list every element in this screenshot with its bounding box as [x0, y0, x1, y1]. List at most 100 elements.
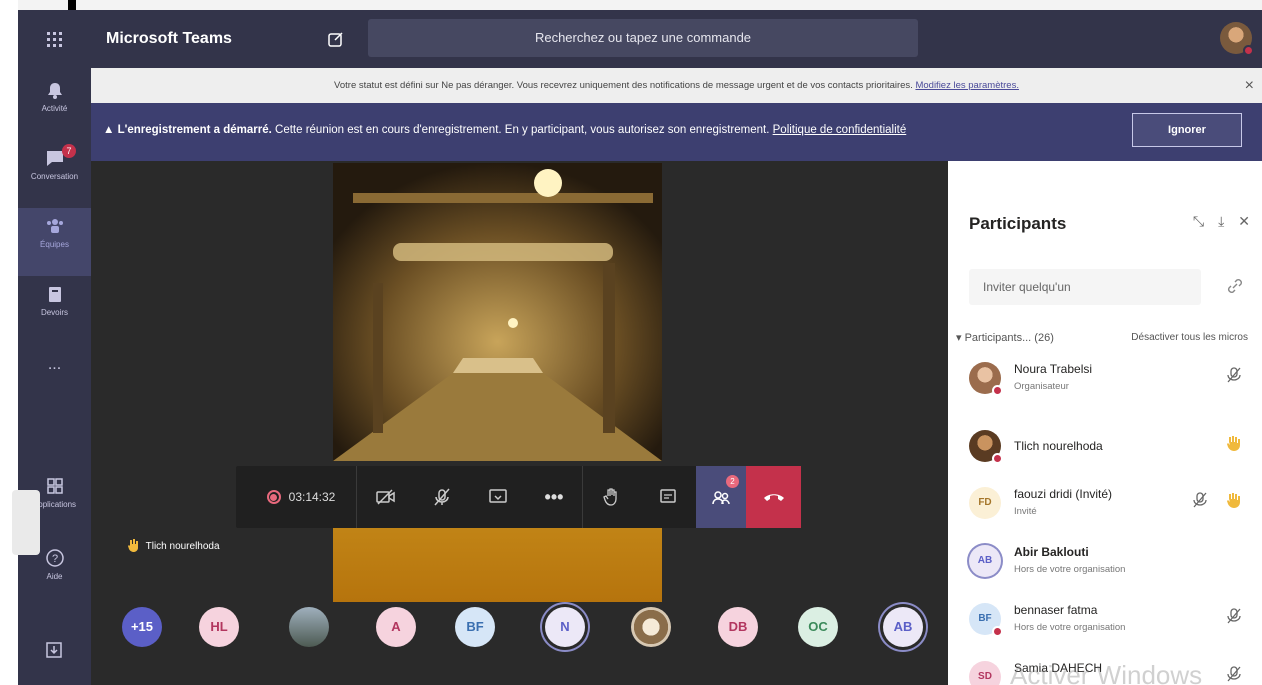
camera-button[interactable] [358, 466, 414, 528]
bell-icon [47, 83, 62, 99]
people-icon [712, 491, 730, 505]
participant-name: Tlich nourelhoda [1014, 439, 1103, 453]
app-launcher-icon[interactable] [43, 28, 65, 50]
assignments-icon [48, 287, 61, 302]
activate-windows-watermark: Activer Windows [1010, 660, 1203, 685]
help-icon: ? [45, 549, 64, 567]
left-edge [0, 0, 18, 685]
hang-up-button[interactable] [746, 466, 801, 528]
rail-item-chat[interactable]: 7 Conversation [18, 140, 91, 208]
panel-tools: ⤡ ⤓ ✕ [1193, 213, 1250, 230]
participants-section-toggle[interactable]: ▾ Participants... (26) [956, 331, 1054, 344]
ignore-button[interactable]: Ignorer [1132, 113, 1242, 147]
secondary-video [333, 527, 662, 602]
avatar[interactable]: N [545, 607, 585, 647]
rail-label: Devoirs [40, 308, 69, 317]
avatar-photo[interactable] [289, 607, 329, 647]
avatar-initials: BF [978, 613, 992, 624]
close-icon[interactable]: × [1245, 68, 1254, 103]
recording-banner: ▲ L'enregistrement a démarré. Cette réun… [91, 103, 1262, 161]
shared-video [333, 163, 662, 461]
participant-name: faouzi dridi (Invité) [1014, 487, 1113, 501]
dnd-settings-link[interactable]: Modifiez les paramètres. [915, 80, 1018, 91]
participants-panel: Participants ⤡ ⤓ ✕ Inviter quelqu'un ▾ P… [948, 161, 1262, 685]
recording-banner-content: ▲ L'enregistrement a démarré. Cette réun… [103, 124, 906, 136]
user-avatar[interactable] [1220, 22, 1254, 56]
participant-role: Hors de votre organisation [1014, 564, 1126, 575]
compose-icon[interactable] [327, 30, 345, 48]
more-actions-button[interactable]: ••• [526, 466, 582, 528]
teams-icon [46, 219, 63, 233]
download-icon[interactable] [44, 640, 64, 660]
more-icon: ... [47, 356, 62, 373]
recording-timer: 03:14:32 [246, 466, 356, 528]
rail-item-more[interactable]: ... [18, 355, 91, 395]
participant-row[interactable]: AB Abir Baklouti Hors de votre organisat… [969, 539, 1259, 591]
more-icon: ••• [544, 486, 564, 507]
raise-hand-button[interactable] [584, 466, 640, 528]
mic-off-icon [1193, 492, 1207, 508]
rail-label: Conversation [30, 172, 79, 181]
mic-off-icon [434, 488, 450, 506]
search-input[interactable]: Recherchez ou tapez une commande [368, 19, 918, 57]
call-toolbar: 03:14:32 ••• 2 [236, 466, 801, 528]
participants-button[interactable]: 2 [696, 466, 746, 528]
pop-out-icon[interactable]: ⤡ [1193, 213, 1204, 230]
participant-row[interactable]: BF bennaser fatma Hors de votre organisa… [969, 597, 1259, 649]
invite-input[interactable]: Inviter quelqu'un [969, 269, 1201, 305]
rail-item-assignments[interactable]: Devoirs [18, 276, 91, 344]
close-icon[interactable]: ✕ [1238, 213, 1250, 230]
participant-row[interactable]: Noura Trabelsi Organisateur [969, 356, 1259, 408]
rail-item-teams[interactable]: Équipes [18, 208, 91, 276]
avatar [969, 430, 1003, 464]
avatar: BF [969, 603, 1003, 637]
rail-label: Activité [41, 104, 68, 113]
rail-label: Équipes [40, 240, 69, 249]
share-screen-icon [489, 489, 507, 503]
mute-all-button[interactable]: Désactiver tous les micros [1131, 332, 1248, 343]
avatar[interactable]: BF [455, 607, 495, 647]
app-rail: Activité 7 Conversation Équipes Devoirs … [18, 10, 91, 685]
rail-item-activity[interactable]: Activité [18, 72, 91, 140]
mic-off-icon [1227, 608, 1241, 624]
hand-icon [603, 488, 617, 506]
chevron-down-icon: ▾ [956, 332, 962, 344]
avatar-overflow[interactable]: +15 [122, 607, 162, 647]
rail-label: Aide [46, 572, 63, 581]
mic-off-icon [1227, 666, 1241, 682]
avatar[interactable]: DB [718, 607, 758, 647]
avatar[interactable]: OC [798, 607, 838, 647]
participant-role: Organisateur [1014, 381, 1069, 392]
camera-off-icon [376, 489, 395, 505]
speaker-label: Tlich nourelhoda [127, 538, 220, 552]
dnd-banner-text: Votre statut est défini sur Ne pas déran… [334, 80, 913, 91]
mic-off-icon [1227, 367, 1241, 383]
recording-notice-text: Cette réunion est en cours d'enregistrem… [275, 124, 770, 136]
app-title: Microsoft Teams [106, 30, 232, 47]
avatar-photo[interactable] [631, 607, 671, 647]
recording-started-text: L'enregistrement a démarré. [117, 124, 272, 136]
participant-row[interactable]: FD faouzi dridi (Invité) Invité [969, 481, 1259, 533]
link-icon[interactable] [1226, 277, 1244, 295]
avatar[interactable]: HL [199, 607, 239, 647]
chat-button[interactable] [640, 466, 696, 528]
participant-name: Abir Baklouti [1014, 545, 1089, 559]
participant-name: Noura Trabelsi [1014, 362, 1093, 376]
warning-icon: ▲ [103, 124, 115, 136]
raised-hand-icon [128, 539, 138, 552]
privacy-policy-link[interactable]: Politique de confidentialité [773, 124, 907, 136]
participant-row[interactable]: Tlich nourelhoda [969, 424, 1259, 476]
call-timer: 03:14:32 [288, 490, 336, 504]
meeting-stage: Tlich nourelhoda 03:14:32 ••• 2 +15 HL A… [91, 161, 948, 685]
recording-icon [266, 490, 281, 504]
avatar[interactable]: AB [883, 607, 923, 647]
download-icon[interactable]: ⤓ [1218, 213, 1224, 230]
side-collapse-tab[interactable] [12, 490, 40, 555]
participant-role: Invité [1014, 506, 1037, 517]
panel-title: Participants [969, 214, 1067, 233]
share-button[interactable] [470, 466, 526, 528]
top-bar: Microsoft Teams Recherchez ou tapez une … [91, 10, 1262, 68]
mic-button[interactable] [414, 466, 470, 528]
participants-badge: 2 [726, 475, 739, 488]
avatar[interactable]: A [376, 607, 416, 647]
